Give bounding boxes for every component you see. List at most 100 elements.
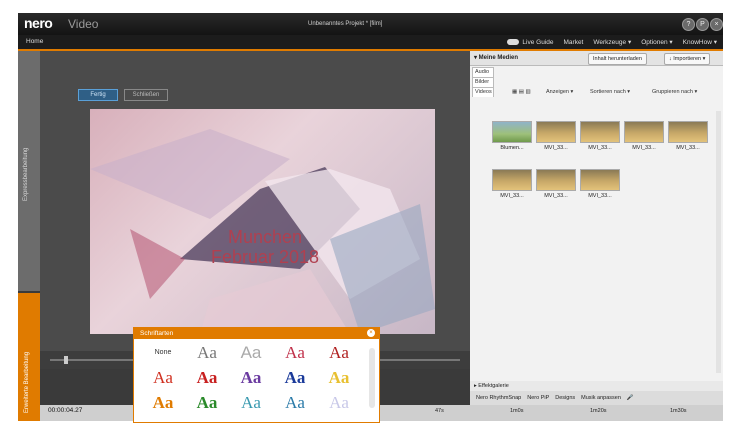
thumbnail-image xyxy=(580,169,620,191)
media-item[interactable]: MVI_33... xyxy=(580,121,620,159)
title-line-1: Munchen xyxy=(227,227,303,247)
timeline-toolbar: Nero RhythmSnap Nero PiP Designs Musik a… xyxy=(470,391,723,405)
fonts-panel-header: Schriftarten × xyxy=(134,328,379,339)
pin-button[interactable]: P xyxy=(696,18,709,31)
timeline-tick: 47s xyxy=(435,408,444,414)
import-button[interactable]: ↓ Importieren ▾ xyxy=(664,53,711,65)
preview-area: Fertig Schließen Munchen Februar 2018 xyxy=(40,51,470,351)
group-menu[interactable]: Gruppieren nach ▾ xyxy=(652,89,697,95)
done-button[interactable]: Fertig xyxy=(78,89,118,101)
title-line-2: Februar 2018 xyxy=(210,247,320,267)
font-style-option[interactable]: Aa xyxy=(230,341,272,365)
show-menu[interactable]: Anzeigen ▾ xyxy=(546,89,573,95)
thumbnail-image xyxy=(668,121,708,143)
media-filter-tabs: Audio Bilder Videos xyxy=(472,67,494,97)
filter-videos[interactable]: Videos xyxy=(472,87,494,97)
advanced-edit-tab[interactable]: Erweiterte Bearbeitung xyxy=(18,293,40,421)
thumbnail-image xyxy=(492,169,532,191)
menubar: Home Live Guide Market Werkzeuge ▾ Optio… xyxy=(18,35,723,51)
media-item-label: MVI_33... xyxy=(544,145,568,151)
font-style-option[interactable]: Aa xyxy=(186,366,228,390)
media-item[interactable]: MVI_33... xyxy=(580,169,620,207)
timecode: 00:00:04.27 xyxy=(48,407,83,414)
media-panel: ▾ Meine Medien Inhalt herunterladen ↓ Im… xyxy=(470,51,723,381)
font-style-option[interactable]: Aa xyxy=(318,341,360,365)
market-link[interactable]: Market xyxy=(564,39,584,46)
sort-menu[interactable]: Sortieren nach ▾ xyxy=(590,89,630,95)
media-item-label: MVI_33... xyxy=(588,193,612,199)
close-icon[interactable]: × xyxy=(367,329,375,337)
mic-icon[interactable]: 🎤 xyxy=(627,395,634,401)
pip-button[interactable]: Nero PiP xyxy=(527,395,549,401)
live-guide-label: Live Guide xyxy=(522,38,554,46)
thumbnail-image xyxy=(492,121,532,143)
font-style-option[interactable]: Aa xyxy=(318,366,360,390)
fonts-panel-title: Schriftarten xyxy=(140,330,174,337)
media-item[interactable]: MVI_33... xyxy=(668,121,708,159)
filter-audio[interactable]: Audio xyxy=(472,67,494,77)
media-item-label: MVI_33... xyxy=(632,145,656,151)
fonts-panel: Schriftarten × None Aa Aa Aa Aa Aa Aa Aa… xyxy=(133,327,380,423)
my-media-toggle[interactable]: ▾ Meine Medien xyxy=(474,54,518,61)
title-text[interactable]: Munchen Februar 2018 xyxy=(190,227,340,267)
app-logo: nero xyxy=(24,15,53,31)
close-edit-button[interactable]: Schließen xyxy=(124,89,168,101)
timeline-tick: 1m0s xyxy=(510,408,524,414)
media-item[interactable]: MVI_33... xyxy=(492,169,532,207)
media-item[interactable]: MVI_33... xyxy=(536,169,576,207)
close-button[interactable]: × xyxy=(710,18,723,31)
media-item[interactable]: Blumen... xyxy=(492,121,532,159)
media-view-bar: ▦ ▤ ▥ Anzeigen ▾ Sortieren nach ▾ Gruppi… xyxy=(494,89,723,101)
media-header: ▾ Meine Medien Inhalt herunterladen ↓ Im… xyxy=(470,51,723,66)
font-style-option[interactable]: Aa xyxy=(186,341,228,365)
timeline-tick: 1m30s xyxy=(670,408,687,414)
rhythm-snap-button[interactable]: Nero RhythmSnap xyxy=(476,395,521,401)
live-guide-toggle[interactable]: Live Guide xyxy=(507,38,554,46)
font-style-option[interactable]: Aa xyxy=(274,366,316,390)
help-button[interactable]: ? xyxy=(682,18,695,31)
home-link[interactable]: Home xyxy=(26,38,43,45)
font-style-option[interactable]: Aa xyxy=(274,391,316,415)
window-title: Unbenanntes Projekt * [film] xyxy=(308,21,383,27)
media-item-label: MVI_33... xyxy=(544,193,568,199)
designs-button[interactable]: Designs xyxy=(555,395,575,401)
media-item-label: Blumen... xyxy=(500,145,524,151)
media-item[interactable]: MVI_33... xyxy=(624,121,664,159)
knowhow-menu[interactable]: KnowHow ▾ xyxy=(683,38,717,46)
express-edit-label: Expressbearbeitung xyxy=(23,147,29,201)
grid-view-icon[interactable]: ▦ ▤ ▥ xyxy=(512,89,531,95)
options-menu[interactable]: Optionen ▾ xyxy=(641,38,672,46)
font-style-option[interactable]: Aa xyxy=(142,366,184,390)
fonts-scrollbar[interactable] xyxy=(369,348,375,408)
media-item-label: MVI_33... xyxy=(500,193,524,199)
video-canvas[interactable]: Munchen Februar 2018 xyxy=(90,109,435,334)
thumbnail-image xyxy=(536,121,576,143)
media-item-label: MVI_33... xyxy=(676,145,700,151)
thumbnail-image xyxy=(580,121,620,143)
filter-images[interactable]: Bilder xyxy=(472,77,494,87)
download-content-button[interactable]: Inhalt herunterladen xyxy=(588,53,647,65)
scrub-handle[interactable] xyxy=(64,356,68,364)
music-fit-button[interactable]: Musik anpassen xyxy=(581,395,621,401)
advanced-edit-label: Erweiterte Bearbeitung xyxy=(24,351,30,413)
font-style-option[interactable]: Aa xyxy=(142,391,184,415)
tools-menu[interactable]: Werkzeuge ▾ xyxy=(593,38,631,46)
font-style-option[interactable]: Aa xyxy=(274,341,316,365)
font-style-option[interactable]: Aa xyxy=(318,391,360,415)
font-style-option[interactable]: Aa xyxy=(186,391,228,415)
media-scrollbar[interactable] xyxy=(716,111,721,373)
app-product-name: Video xyxy=(68,17,99,31)
thumbnail-image xyxy=(536,169,576,191)
font-style-none[interactable]: None xyxy=(142,341,184,365)
abstract-background xyxy=(90,129,435,334)
thumbnail-image xyxy=(624,121,664,143)
timeline-tick: 1m20s xyxy=(590,408,607,414)
font-style-option[interactable]: Aa xyxy=(230,366,272,390)
media-item-label: MVI_33... xyxy=(588,145,612,151)
effects-gallery-toggle[interactable]: ▸ Effektgalerie xyxy=(470,381,723,391)
toggle-icon xyxy=(507,38,520,45)
express-edit-tab[interactable]: Expressbearbeitung xyxy=(18,51,40,291)
media-item[interactable]: MVI_33... xyxy=(536,121,576,159)
titlebar: nero Video Unbenanntes Projekt * [film] … xyxy=(18,13,723,35)
font-style-option[interactable]: Aa xyxy=(230,391,272,415)
